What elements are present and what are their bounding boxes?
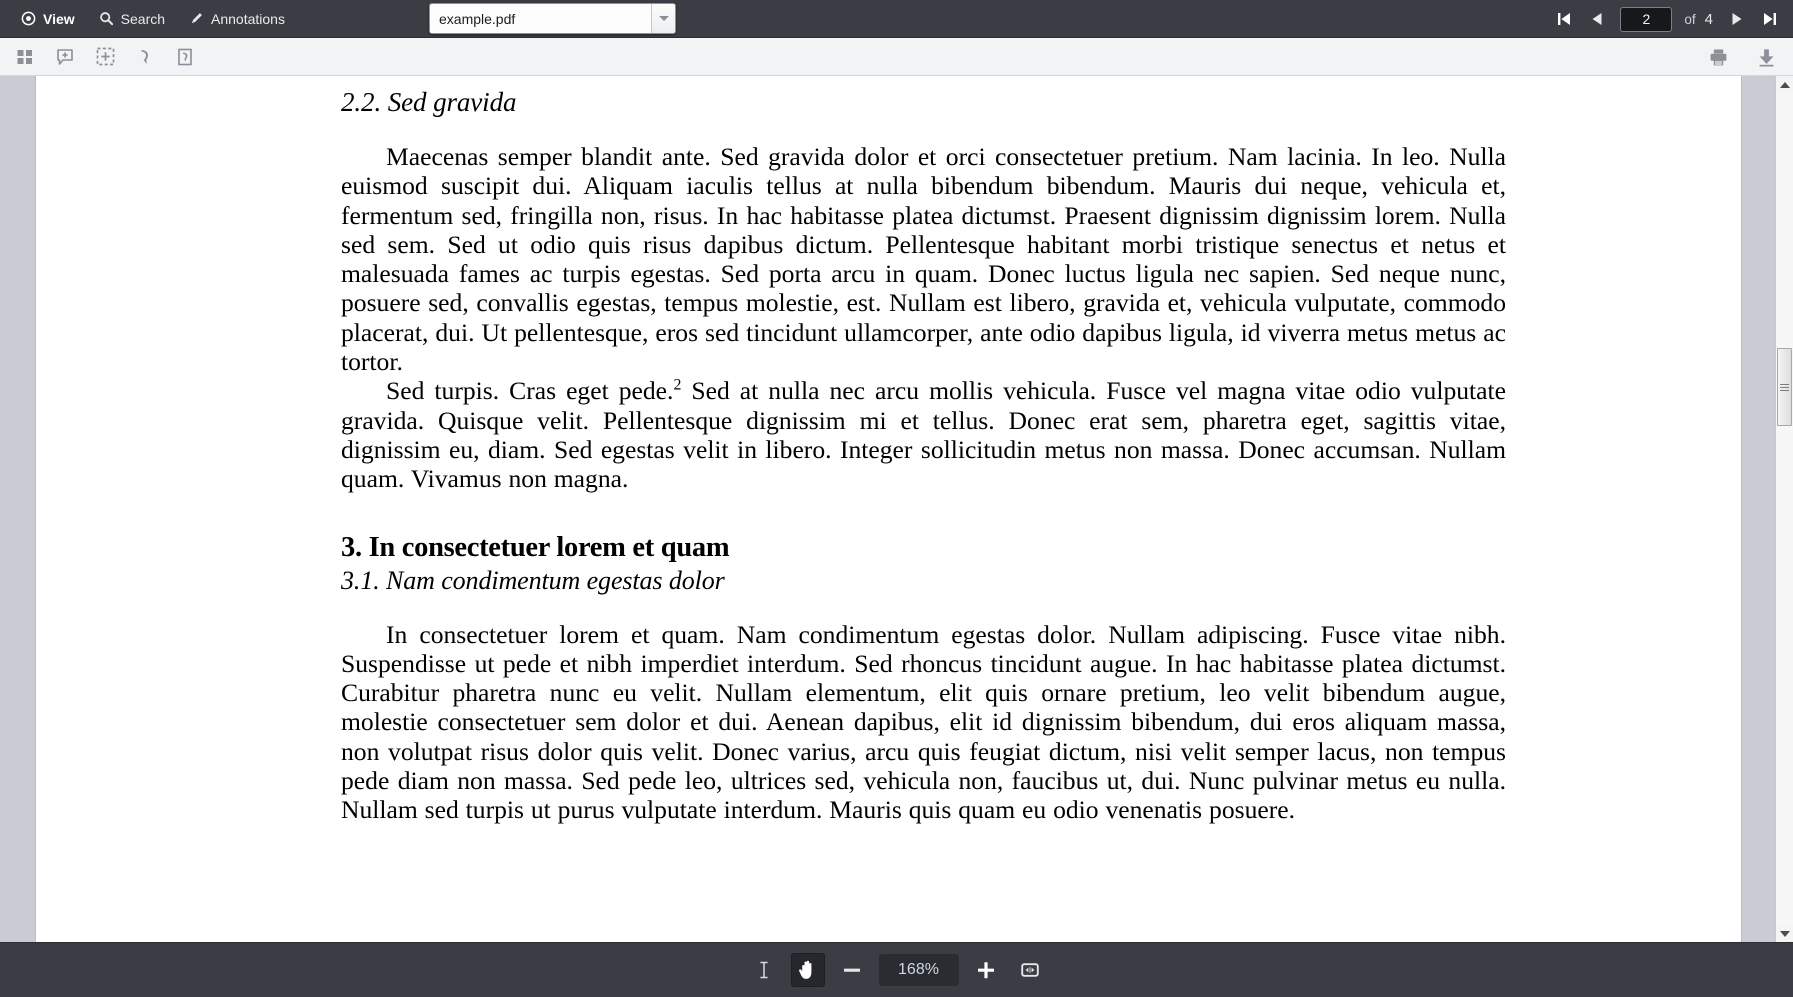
hand-icon: [797, 959, 818, 981]
pdf-page-content: 2.2. Sed gravida Maecenas semper blandit…: [36, 76, 1741, 825]
paragraph-1: Maecenas semper blandit ante. Sed gravid…: [341, 142, 1506, 377]
add-area-selection-icon: [95, 46, 116, 67]
vertical-scrollbar[interactable]: [1775, 76, 1793, 942]
fit-width-icon: [1019, 959, 1041, 981]
toolbar-actions: [1705, 38, 1779, 76]
total-pages-label: 4: [1704, 10, 1713, 28]
tool-group: [0, 44, 198, 70]
top-menu-bar: View Search Annotations example.pdf 2 of…: [0, 0, 1793, 38]
paragraph-3: In consectetuer lorem et quam. Nam condi…: [341, 619, 1506, 825]
skip-to-end-icon: [1760, 9, 1780, 29]
file-dropdown-button[interactable]: [651, 4, 675, 33]
menu-item-search-label: Search: [120, 10, 166, 27]
pen-icon: [189, 11, 204, 26]
pdf-viewer-app: View Search Annotations example.pdf 2 of…: [0, 0, 1793, 997]
scroll-down-button[interactable]: [1776, 925, 1793, 942]
thumbnails-button[interactable]: [12, 44, 38, 70]
document-scroll-area[interactable]: 2.2. Sed gravida Maecenas semper blandit…: [0, 76, 1775, 942]
add-note-button[interactable]: [52, 44, 78, 70]
magnifier-icon: [99, 11, 114, 26]
play-forward-icon: [1727, 9, 1747, 29]
heading-section-3: 3. In consectetuer lorem et quam: [341, 531, 730, 563]
grip-lines-icon: [1780, 382, 1789, 393]
heading-section-2-2: 2.2. Sed gravida: [341, 87, 517, 117]
scrollbar-track[interactable]: [1776, 93, 1793, 925]
page-number-input[interactable]: 2: [1620, 6, 1673, 32]
rotate-page-icon: [135, 47, 155, 67]
paragraph-2: Sed turpis. Cras eget pede.2 Sed at null…: [341, 376, 1506, 493]
top-menu-group: View Search Annotations: [0, 6, 296, 31]
fit-width-button[interactable]: [1013, 953, 1047, 987]
add-note-icon: [55, 47, 75, 67]
download-icon: [1756, 47, 1777, 68]
printer-icon: [1708, 47, 1729, 68]
zoom-out-button[interactable]: [835, 953, 869, 987]
zoom-in-button[interactable]: [969, 953, 1003, 987]
file-name-value: example.pdf: [439, 10, 516, 27]
page-navigation: 2 of 4: [1549, 0, 1785, 38]
menu-item-annotations-label: Annotations: [211, 10, 285, 27]
next-page-button[interactable]: [1722, 3, 1752, 35]
triangle-up-icon: [1779, 81, 1790, 88]
minus-icon: [841, 959, 863, 981]
file-name-field[interactable]: example.pdf: [429, 3, 676, 34]
page-export-icon: [175, 47, 195, 67]
plus-icon: [975, 959, 997, 981]
skip-to-start-icon: [1554, 9, 1574, 29]
menu-item-view[interactable]: View: [10, 6, 86, 31]
scroll-up-button[interactable]: [1776, 76, 1793, 93]
of-label: of: [1684, 11, 1696, 27]
triangle-down-icon: [1779, 930, 1790, 937]
menu-item-view-label: View: [43, 10, 75, 27]
print-button[interactable]: [1705, 44, 1731, 70]
zoom-level-value[interactable]: 168%: [878, 954, 959, 986]
text-select-tool-button[interactable]: [747, 953, 781, 987]
grid-thumbnails-icon: [15, 47, 35, 67]
chevron-down-icon: [658, 16, 669, 21]
add-area-button[interactable]: [92, 44, 118, 70]
last-page-button[interactable]: [1755, 3, 1785, 35]
heading-section-3-1: 3.1. Nam condimentum egestas dolor: [341, 565, 725, 595]
scrollbar-thumb[interactable]: [1777, 348, 1792, 426]
menu-item-search[interactable]: Search: [88, 6, 176, 31]
download-button[interactable]: [1753, 44, 1779, 70]
pdf-page: 2.2. Sed gravida Maecenas semper blandit…: [36, 76, 1741, 942]
previous-page-button[interactable]: [1582, 3, 1612, 35]
document-viewport: 2.2. Sed gravida Maecenas semper blandit…: [0, 76, 1793, 942]
play-back-icon: [1587, 9, 1607, 29]
bottom-zoom-bar: 168%: [0, 942, 1793, 997]
page-export-button[interactable]: [172, 44, 198, 70]
pdf-text-layer: 2.2. Sed gravida Maecenas semper blandit…: [341, 76, 1506, 825]
text-cursor-icon: [754, 959, 774, 981]
secondary-toolbar: [0, 38, 1793, 76]
first-page-button[interactable]: [1549, 3, 1579, 35]
eye-icon: [21, 11, 36, 26]
pan-tool-button[interactable]: [790, 953, 825, 987]
menu-item-annotations[interactable]: Annotations: [178, 6, 296, 31]
paragraph-2-part-1: Sed turpis. Cras eget pede.: [386, 376, 674, 406]
rotate-page-button[interactable]: [132, 44, 158, 70]
